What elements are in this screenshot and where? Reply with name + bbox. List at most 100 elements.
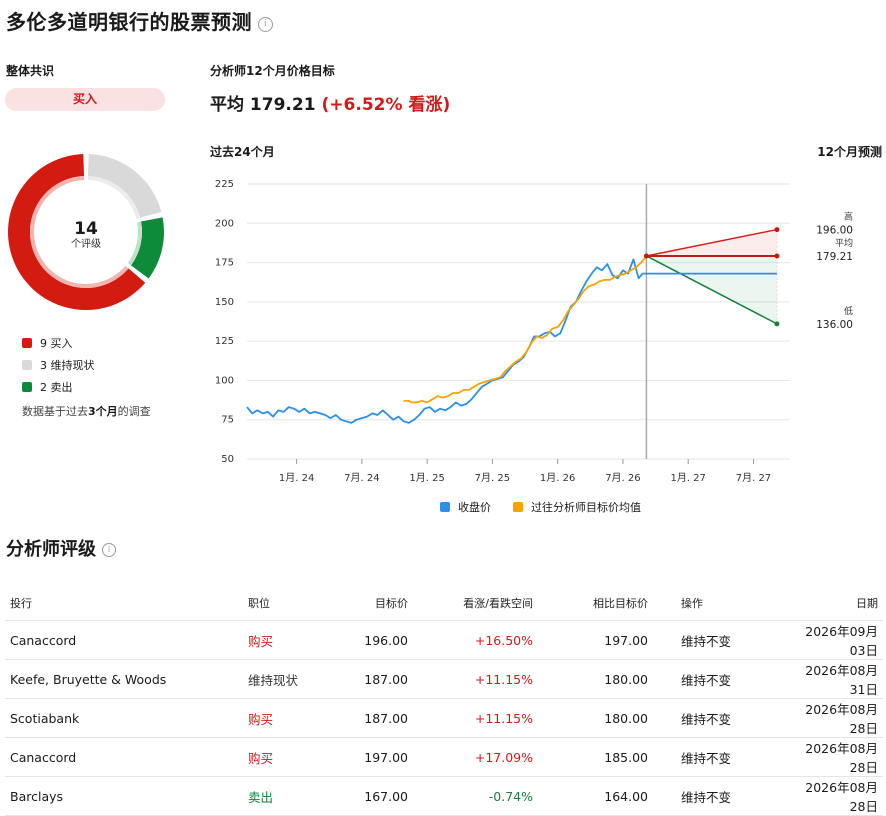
col-position[interactable]: 职位	[243, 586, 323, 621]
target-price: 197.00	[323, 737, 413, 777]
legend-close-label: 收盘价	[458, 501, 491, 514]
legend-avg-target: 过往分析师目标价均值	[513, 499, 641, 515]
col-action[interactable]: 操作	[653, 586, 786, 621]
forecast-avg-dot	[774, 253, 780, 259]
upside: +11.15%	[413, 659, 538, 699]
action: 维持不变	[653, 698, 786, 738]
bank-name: Canaccord	[5, 737, 243, 777]
forecast-high-value: 196.00	[816, 225, 853, 237]
legend-hold-label: 3 维持现状	[40, 359, 95, 372]
col-date[interactable]: 日期	[786, 586, 883, 621]
x-tick-label: 7月. 26	[605, 472, 640, 484]
y-tick-label: 225	[215, 179, 234, 190]
action: 维持不变	[653, 659, 786, 699]
rating-position: 维持现状	[243, 659, 323, 699]
note-prefix: 数据基于过去	[22, 405, 88, 418]
upside: -0.74%	[413, 776, 538, 816]
previous-target: 197.00	[538, 620, 653, 660]
legend-buy: 9 买入	[22, 332, 95, 354]
forecast-low-value: 136.00	[816, 319, 853, 331]
sell-swatch	[22, 382, 32, 392]
y-tick-label: 200	[215, 218, 234, 229]
hold-swatch	[22, 360, 32, 370]
rating-date: 2026年09月03日	[786, 620, 883, 660]
consensus-label: 整体共识	[6, 64, 55, 78]
legend-buy-label: 9 买入	[40, 337, 73, 350]
survey-note: 数据基于过去3个月的调查	[22, 403, 151, 419]
average-target-value: 平均 179.21	[210, 95, 316, 115]
price-target-chart: 50 75 100 125 150 175 200 225 1月. 24 7月. 24 1月. 25…	[215, 179, 853, 484]
table-header-row: 投行 职位 目标价 看涨/看跌空间 相比目标价 操作 日期	[5, 586, 883, 621]
page-title: 多伦多道明银行的股票预测 i	[6, 6, 273, 35]
info-icon[interactable]: i	[102, 543, 116, 557]
forecast-avg-value: 179.21	[816, 251, 853, 263]
forecast-low-dot	[774, 321, 780, 327]
bank-name: Canaccord	[5, 620, 243, 660]
previous-target: 180.00	[538, 659, 653, 699]
average-target-change: (+6.52% 看涨)	[321, 95, 451, 115]
action: 维持不变	[653, 776, 786, 816]
forecast-high-dot	[774, 227, 780, 233]
upside: +16.50%	[413, 620, 538, 660]
bank-name: Barclays	[5, 776, 243, 816]
x-tick-label: 1月. 25	[409, 472, 444, 484]
target-heading: 分析师12个月价格目标	[210, 64, 335, 78]
table-row[interactable]: Canaccord 购买 196.00 +16.50% 197.00 维持不变 2026年0…	[5, 620, 883, 660]
note-suffix: 的调查	[117, 405, 151, 418]
y-tick-label: 150	[215, 297, 234, 308]
legend-sell: 2 卖出	[22, 376, 95, 398]
col-target[interactable]: 目标价	[323, 586, 413, 621]
y-tick-label: 125	[215, 336, 234, 347]
forecast-period-label: 12个月预测	[817, 145, 882, 159]
forecast-low-label: 低	[844, 305, 853, 317]
previous-target: 180.00	[538, 698, 653, 738]
ratings-table: 投行 职位 目标价 看涨/看跌空间 相比目标价 操作 日期 Canaccord 购…	[5, 586, 883, 816]
target-price: 167.00	[323, 776, 413, 816]
col-upside[interactable]: 看涨/看跌空间	[413, 586, 538, 621]
rating-date: 2026年08月28日	[786, 737, 883, 777]
note-bold: 3个月	[88, 405, 118, 418]
table-row[interactable]: Scotiabank 购买 187.00 +11.15% 180.00 维持不变 2026年…	[5, 698, 883, 738]
x-tick-label: 1月. 26	[540, 472, 575, 484]
action: 维持不变	[653, 620, 786, 660]
table-row[interactable]: Keefe, Bruyette & Woods 维持现状 187.00 +11.15%…	[5, 659, 883, 699]
previous-target: 185.00	[538, 737, 653, 777]
ratings-title-text: 分析师评级	[6, 539, 96, 560]
legend-close-price: 收盘价	[440, 499, 491, 515]
rating-position: 购买	[243, 737, 323, 777]
x-tick-label: 1月. 24	[279, 472, 314, 484]
buy-swatch	[22, 338, 32, 348]
consensus-badge: 买入	[5, 88, 165, 111]
legend-target-label: 过往分析师目标价均值	[531, 501, 641, 514]
x-tick-label: 1月. 27	[670, 472, 705, 484]
table-row[interactable]: Canaccord 购买 197.00 +17.09% 185.00 维持不变 2026年0…	[5, 737, 883, 777]
y-tick-label: 175	[215, 258, 234, 269]
rating-total: 14	[74, 219, 98, 239]
rating-date: 2026年08月28日	[786, 776, 883, 816]
y-tick-label: 50	[221, 454, 234, 465]
col-bank[interactable]: 投行	[5, 586, 243, 621]
page-title-text: 多伦多道明银行的股票预测	[6, 10, 252, 34]
col-prev-target[interactable]: 相比目标价	[538, 586, 653, 621]
y-tick-label: 75	[221, 415, 234, 426]
table-row[interactable]: Barclays 卖出 167.00 -0.74% 164.00 维持不变 2026年08月…	[5, 776, 883, 816]
x-tick-label: 7月. 24	[344, 472, 379, 484]
forecast-start-dot	[643, 253, 649, 259]
target-swatch	[513, 502, 523, 512]
average-target: 平均 179.21 (+6.52% 看涨)	[210, 90, 450, 115]
x-tick-label: 7月. 27	[736, 472, 771, 484]
bank-name: Keefe, Bruyette & Woods	[5, 659, 243, 699]
x-tick-label: 7月. 25	[475, 472, 510, 484]
upside: +11.15%	[413, 698, 538, 738]
target-price: 196.00	[323, 620, 413, 660]
rating-total-label: 个评级	[71, 238, 101, 250]
rating-legend: 9 买入 3 维持现状 2 卖出	[22, 332, 95, 398]
legend-sell-label: 2 卖出	[40, 381, 73, 394]
ratings-section-title: 分析师评级 i	[6, 535, 116, 561]
y-tick-label: 100	[215, 375, 234, 386]
rating-donut: 14 个评级	[8, 154, 165, 310]
info-icon[interactable]: i	[258, 17, 273, 32]
donut-segment-1	[87, 154, 162, 218]
bank-name: Scotiabank	[5, 698, 243, 738]
rating-position: 购买	[243, 620, 323, 660]
